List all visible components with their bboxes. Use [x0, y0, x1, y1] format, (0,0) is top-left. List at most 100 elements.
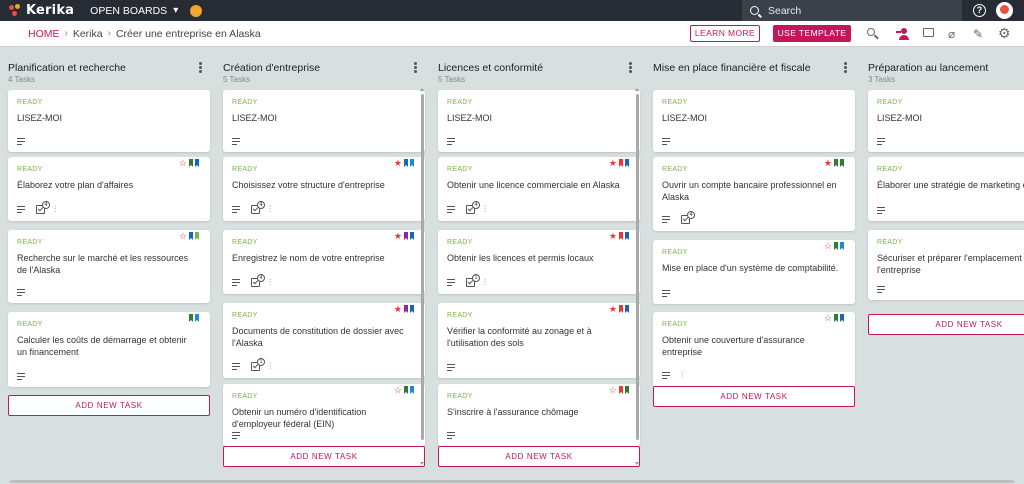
priority-star-icon[interactable]: ☆ [824, 314, 832, 323]
task-card[interactable]: READY Documents de constitution de dossie… [223, 303, 425, 378]
gear-icon[interactable]: ⚙ [998, 25, 1012, 41]
task-card[interactable]: READY Vérifier la conformité au zonage et… [438, 303, 640, 378]
checklist-count: 1 [472, 274, 480, 282]
column-title: Mise en place financière et fiscale [653, 62, 811, 74]
description-icon [447, 279, 455, 286]
task-card[interactable]: READY Élaborer une stratégie de marketing… [868, 157, 1024, 221]
description-icon [447, 138, 455, 145]
task-card[interactable]: READY LISEZ-MOI [8, 90, 210, 152]
task-card[interactable]: READY Choisissez votre structure d'entrep… [223, 157, 425, 221]
task-card[interactable]: READY LISEZ-MOI [223, 90, 425, 152]
add-new-task-button[interactable]: ADD NEW TASK [8, 395, 210, 416]
column-scrollbar[interactable] [421, 94, 424, 440]
priority-star-icon[interactable]: ☆ [824, 242, 832, 251]
card-footer [17, 373, 36, 380]
column-task-count: 5 Tasks [223, 75, 250, 84]
task-card[interactable]: READY Recherche sur le marché et les ress… [8, 230, 210, 303]
priority-star-icon[interactable]: ★ [394, 159, 402, 168]
breadcrumb-board: Créer une entreprise en Alaska [115, 27, 261, 40]
task-card[interactable]: READY Calculer les coûts de démarrage et … [8, 312, 210, 387]
column-menu-icon[interactable] [844, 62, 847, 73]
column-header[interactable]: Mise en place financière et fiscale [645, 48, 857, 84]
column-header[interactable]: Préparation au lancement 3 Tasks [860, 48, 1024, 84]
status-label: READY [232, 239, 258, 246]
task-card[interactable]: READY Mise en place d'un système de compt… [653, 240, 855, 304]
priority-star-icon[interactable]: ★ [609, 305, 617, 314]
column-header[interactable]: Planification et recherche 4 Tasks [0, 48, 212, 84]
priority-star-icon[interactable]: ★ [609, 159, 617, 168]
task-card[interactable]: READY S'inscrire à l'assurance chômage ☆ [438, 384, 640, 446]
task-card[interactable]: READY Sécuriser et préparer l'emplacement… [868, 230, 1024, 300]
column-menu-icon[interactable] [414, 62, 417, 73]
chevron-down-icon: ▾ [173, 5, 179, 16]
scroll-up-icon[interactable] [635, 88, 639, 91]
task-card[interactable]: READY LISEZ-MOI [438, 90, 640, 152]
scroll-down-icon[interactable] [635, 462, 639, 465]
scroll-down-icon[interactable] [420, 462, 424, 465]
priority-star-icon[interactable]: ★ [609, 232, 617, 241]
wrench-icon[interactable]: ✎ [973, 27, 987, 41]
add-new-task-button[interactable]: ADD NEW TASK [868, 314, 1024, 335]
card-title: Choisissez votre structure d'entreprise [232, 180, 385, 190]
tag-flag-icon [840, 242, 844, 250]
chat-icon[interactable] [922, 27, 936, 41]
tag-flag-icon [625, 159, 629, 167]
card-footer [232, 432, 251, 439]
task-card[interactable]: READY Élaborez votre plan d'affaires ☆ 4 ⫶ [8, 157, 210, 221]
card-footer: 4 [662, 211, 699, 224]
card-footer [447, 432, 466, 439]
attachment-icon[interactable]: ⌀ [948, 27, 962, 41]
horizontal-scrollbar[interactable] [0, 479, 1024, 484]
tag-flag-icon [410, 159, 414, 167]
use-template-button[interactable]: USE TEMPLATE [773, 25, 851, 42]
scroll-up-icon[interactable] [420, 88, 424, 91]
help-icon[interactable]: ? [973, 4, 986, 17]
board-search-icon[interactable] [866, 27, 880, 41]
kerika-logo[interactable]: Kerika [9, 3, 74, 18]
add-person-icon[interactable] [896, 27, 910, 41]
card-title: Recherche sur le marché et les ressource… [17, 253, 189, 275]
breadcrumb-org[interactable]: Kerika [73, 28, 103, 40]
task-card[interactable]: READY LISEZ-MOI [868, 90, 1024, 152]
priority-star-icon[interactable]: ☆ [609, 386, 617, 395]
add-new-task-button[interactable]: ADD NEW TASK [223, 446, 425, 467]
column-scrollbar[interactable] [636, 94, 639, 440]
search-input[interactable]: Search [742, 0, 962, 21]
task-card[interactable]: READY LISEZ-MOI [653, 90, 855, 152]
add-new-task-button[interactable]: ADD NEW TASK [438, 446, 640, 467]
column-menu-icon[interactable] [629, 62, 632, 73]
column-header[interactable]: Création d'entreprise 5 Tasks [215, 48, 427, 84]
description-icon [232, 138, 240, 145]
priority-star-icon[interactable]: ★ [394, 305, 402, 314]
task-card[interactable]: READY Enregistrez le nom de votre entrepr… [223, 230, 425, 294]
priority-star-icon[interactable]: ★ [394, 232, 402, 241]
priority-star-icon[interactable]: ☆ [394, 386, 402, 395]
card-title: Élaborez votre plan d'affaires [17, 180, 134, 190]
description-icon [662, 216, 670, 223]
checklist-icon: 1 [466, 274, 480, 287]
breadcrumb-home[interactable]: HOME [28, 28, 60, 40]
task-card[interactable]: READY Obtenir un numéro d'identification … [223, 384, 425, 446]
task-card[interactable]: READY Obtenir les licences et permis loca… [438, 230, 640, 294]
tag-flag-icon [189, 159, 193, 167]
column-header[interactable]: Licences et conformité 5 Tasks [430, 48, 642, 84]
card-footer [877, 138, 896, 145]
column-menu-icon[interactable] [199, 62, 202, 73]
card-footer: 1 ⫶ [232, 358, 271, 371]
learn-more-button[interactable]: LEARN MORE [690, 25, 760, 42]
user-avatar[interactable] [996, 2, 1013, 19]
search-icon [750, 6, 759, 15]
priority-star-icon[interactable]: ☆ [179, 159, 187, 168]
sun-icon[interactable] [190, 4, 203, 17]
priority-star-icon[interactable]: ★ [824, 159, 832, 168]
breadcrumb-bar: HOME › Kerika › Créer une entreprise en … [0, 21, 1024, 47]
task-card[interactable]: READY Ouvrir un compte bancaire professio… [653, 157, 855, 231]
open-boards-menu[interactable]: OPEN BOARDS ▾ [90, 5, 178, 17]
logo-text: Kerika [26, 3, 75, 18]
add-new-task-button[interactable]: ADD NEW TASK [653, 386, 855, 407]
task-card[interactable]: READY Obtenir une couverture d'assurance … [653, 312, 855, 387]
tag-flag-icon [410, 305, 414, 313]
status-label: READY [447, 312, 473, 319]
priority-star-icon[interactable]: ☆ [179, 232, 187, 241]
task-card[interactable]: READY Obtenir une licence commerciale en … [438, 157, 640, 221]
